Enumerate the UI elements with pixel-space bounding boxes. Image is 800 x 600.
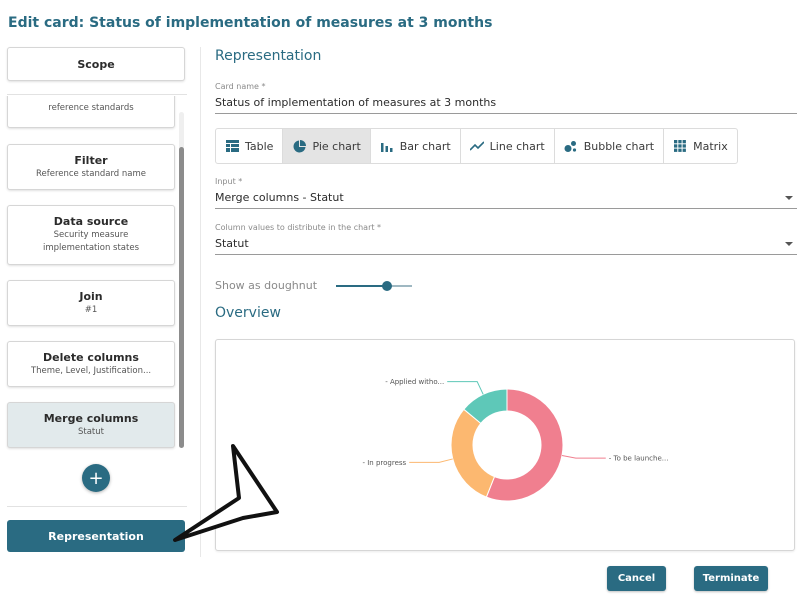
slice-leader-line <box>447 381 484 395</box>
step-title: Join <box>79 289 103 303</box>
scope-button[interactable]: Scope <box>7 47 185 81</box>
chart-type-tabs: Table Pie chart Bar chart Line chart Bub… <box>215 128 738 164</box>
pie-slice[interactable] <box>450 408 496 498</box>
slice-label: - To be launche... <box>609 455 669 463</box>
table-icon <box>225 139 239 153</box>
input-chevron-down-icon[interactable] <box>785 196 793 200</box>
card-name-underline <box>215 113 797 114</box>
step-card-delete-columns[interactable]: Delete columns Theme, Level, Justificati… <box>7 341 175 387</box>
column-values-select[interactable]: Statut <box>215 237 249 250</box>
card-name-input[interactable]: Status of implementation of measures at … <box>215 96 496 109</box>
step-subtitle: #1 <box>84 304 98 315</box>
sidebar-divider-bottom <box>7 506 187 507</box>
sidebar-divider-top <box>7 94 187 95</box>
tab-bubble-chart[interactable]: Bubble chart <box>555 129 665 163</box>
step-title: Filter <box>74 153 108 167</box>
input-select-label: Input * <box>215 177 243 186</box>
page-title: Edit card: Status of implementation of m… <box>8 15 493 31</box>
representation-button[interactable]: Representation <box>7 520 185 552</box>
tab-matrix[interactable]: Matrix <box>664 129 737 163</box>
input-select[interactable]: Merge columns - Statut <box>215 191 344 204</box>
matrix-icon <box>673 139 687 153</box>
bar-chart-icon <box>380 139 394 153</box>
step-subtitle: Reference standard name <box>35 168 146 179</box>
representation-heading: Representation <box>215 48 322 64</box>
slice-label: - In progress <box>362 459 406 467</box>
tab-bubble-chart-label: Bubble chart <box>583 139 655 153</box>
pipeline-steps: reference standards Filter Reference sta… <box>0 96 192 452</box>
tab-line-chart[interactable]: Line chart <box>461 129 555 163</box>
slice-leader-line <box>561 455 606 459</box>
step-card-filter[interactable]: Filter Reference standard name <box>7 144 175 190</box>
tab-matrix-label: Matrix <box>693 139 728 153</box>
tab-bar-chart-label: Bar chart <box>399 139 451 153</box>
pie-chart-icon <box>292 139 306 153</box>
step-subtitle: Security measure implementation states <box>42 230 139 253</box>
doughnut-chart: - To be launche... - In progress - Applied… <box>362 378 669 502</box>
line-chart-icon <box>469 139 484 153</box>
tab-bar-chart[interactable]: Bar chart <box>371 129 461 163</box>
card-name-label: Card name * <box>215 82 266 91</box>
column-values-underline <box>215 254 797 255</box>
tab-table-label: Table <box>245 139 274 153</box>
overview-heading: Overview <box>215 305 281 321</box>
tab-table[interactable]: Table <box>216 129 284 163</box>
chart-preview: - To be launche... - In progress - Applied… <box>215 339 795 551</box>
step-subtitle: Statut <box>78 426 104 437</box>
step-subtitle: Theme, Level, Justification... <box>30 365 152 376</box>
slice-leader-line <box>409 458 453 463</box>
doughnut-toggle-label: Show as doughnut <box>215 279 318 292</box>
add-step-button[interactable]: + <box>82 464 110 492</box>
tab-line-chart-label: Line chart <box>489 139 545 153</box>
step-card-merge-columns[interactable]: Merge columns Statut <box>7 402 175 448</box>
column-values-label: Column values to distribute in the chart… <box>215 223 382 232</box>
step-card-data-source[interactable]: Data source Security measure implementat… <box>7 205 175 265</box>
tab-pie-chart-label: Pie chart <box>312 139 361 153</box>
step-title: Data source <box>53 215 129 228</box>
doughnut-toggle-fill <box>336 285 386 287</box>
step-card-join[interactable]: Join #1 <box>7 280 175 326</box>
slice-label: - Applied witho... <box>385 378 444 386</box>
step-card-reference-standards[interactable]: reference standards <box>7 96 175 128</box>
mouse-cursor-icon <box>173 444 279 542</box>
cancel-button[interactable]: Cancel <box>607 566 666 591</box>
step-subtitle: reference standards <box>48 102 134 113</box>
tab-pie-chart[interactable]: Pie chart <box>283 129 371 163</box>
terminate-button[interactable]: Terminate <box>694 566 768 591</box>
doughnut-toggle-knob[interactable] <box>382 281 392 291</box>
step-title: Merge columns <box>43 411 139 425</box>
steps-scrollbar-thumb[interactable] <box>179 147 184 448</box>
step-title: Delete columns <box>43 350 139 364</box>
column-values-chevron-down-icon[interactable] <box>785 242 793 246</box>
input-select-underline <box>215 208 797 209</box>
bubble-chart-icon <box>564 139 578 153</box>
